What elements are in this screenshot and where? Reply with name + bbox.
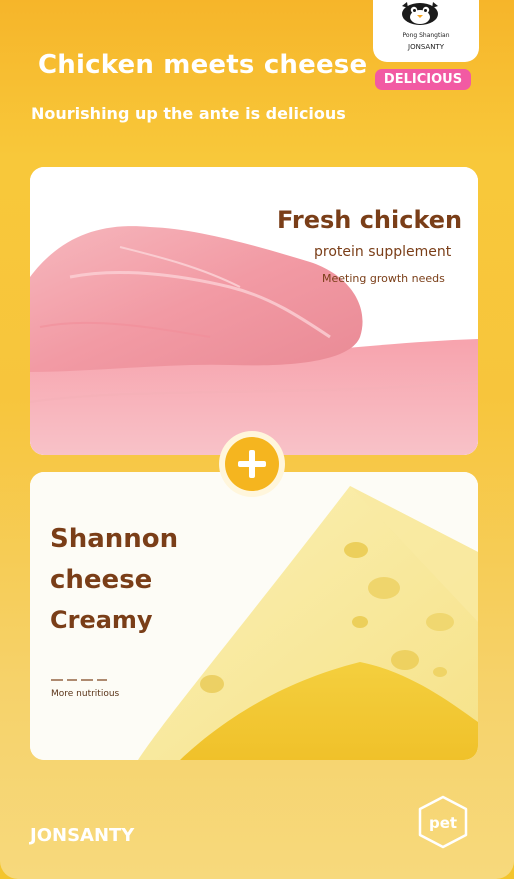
plus-circle — [225, 437, 279, 491]
cheese-note: More nutritious — [51, 689, 120, 699]
penguin-mascot-icon — [402, 2, 438, 25]
pet-badge-label: pet — [429, 814, 457, 832]
poster-title: Chicken meets cheese — [38, 50, 368, 80]
chicken-note: Meeting growth needs — [322, 272, 445, 285]
cheese-title-line1: Shannon — [50, 524, 179, 554]
plus-icon — [238, 450, 266, 478]
delicious-badge: DELICIOUS — [375, 69, 471, 90]
pet-badge-icon: pet — [418, 795, 468, 849]
chicken-subtitle: protein supplement — [314, 244, 452, 260]
plus-connector — [219, 431, 285, 497]
product-poster: Chicken meets cheese Nourishing up the a… — [0, 0, 514, 879]
smudged-text-decoration — [51, 679, 107, 681]
brand-tag-line2: JONSANTY — [408, 43, 444, 51]
cheese-title-line3: Creamy — [50, 606, 153, 634]
brand-tag-line1: Pong Shangtian — [402, 32, 450, 39]
cheese-title-line2: cheese — [50, 565, 153, 595]
poster-subtitle: Nourishing up the ante is delicious — [31, 104, 346, 123]
footer-brand: JONSANTY — [30, 825, 135, 846]
chicken-title: Fresh chicken — [277, 206, 463, 234]
